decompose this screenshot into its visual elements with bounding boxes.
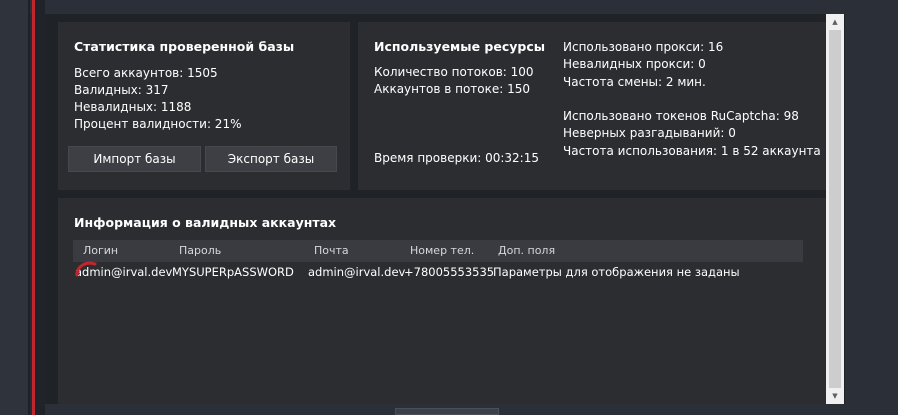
total-accounts: Всего аккаунтов: 1505 bbox=[74, 66, 218, 80]
left-sidebar-strip bbox=[0, 0, 28, 415]
stats-title: Статистика проверенной базы bbox=[74, 39, 295, 54]
cell-email: admin@irval.dev bbox=[308, 265, 406, 279]
valid-info-title: Информация о валидных аккаунтах bbox=[74, 215, 337, 230]
stats-panel: Статистика проверенной базы Всего аккаун… bbox=[58, 22, 350, 190]
captcha-tokens-used: Использовано токенов RuCaptcha: 98 bbox=[563, 109, 799, 123]
invalid-accounts: Невалидных: 1188 bbox=[74, 100, 192, 114]
validity-percent: Процент валидности: 21% bbox=[74, 117, 242, 131]
proxy-change-rate: Частота смены: 2 мин. bbox=[563, 75, 706, 89]
valid-accounts: Валидных: 317 bbox=[74, 83, 169, 97]
bottom-bar bbox=[45, 404, 898, 415]
left-gap bbox=[35, 0, 45, 415]
table-row[interactable]: admin@irval.dev MYSUPERpASSWORD admin@ir… bbox=[73, 264, 803, 282]
left-divider bbox=[28, 0, 30, 415]
scroll-down-icon[interactable]: ▼ bbox=[826, 388, 844, 404]
cell-phone: +78005553535 bbox=[404, 265, 495, 279]
bottom-handle[interactable] bbox=[395, 408, 499, 415]
threads-count: Количество потоков: 100 bbox=[374, 65, 534, 79]
captcha-usage-rate: Частота использования: 1 в 52 аккаунта bbox=[563, 144, 821, 158]
column-extra[interactable]: Доп. поля bbox=[498, 244, 555, 257]
resources-title: Используемые ресурсы bbox=[374, 39, 546, 54]
top-bar bbox=[0, 0, 898, 14]
resources-panel: Используемые ресурсы Количество потоков:… bbox=[358, 22, 826, 190]
accounts-per-thread: Аккаунтов в потоке: 150 bbox=[374, 82, 531, 96]
scroll-up-icon[interactable]: ▲ bbox=[826, 14, 844, 30]
vertical-scrollbar[interactable]: ▲ ▼ bbox=[826, 14, 844, 404]
valid-accounts-panel: Информация о валидных аккаунтах Логин Па… bbox=[58, 198, 826, 409]
import-button[interactable]: Импорт базы bbox=[68, 146, 201, 172]
scroll-thumb[interactable] bbox=[829, 30, 841, 388]
proxies-used: Использовано прокси: 16 bbox=[563, 40, 724, 54]
check-time: Время проверки: 00:32:15 bbox=[374, 151, 539, 165]
cell-extra: Параметры для отображения не заданы bbox=[493, 265, 740, 279]
cell-password: MYSUPERpASSWORD bbox=[172, 265, 294, 279]
column-password[interactable]: Пароль bbox=[179, 244, 221, 257]
red-annotation-mark bbox=[75, 261, 97, 277]
export-button[interactable]: Экспорт базы bbox=[205, 146, 337, 172]
wrong-solves: Неверных разгадываний: 0 bbox=[563, 126, 736, 140]
table-header: Логин Пароль Почта Номер тел. Доп. поля bbox=[73, 240, 803, 262]
right-strip bbox=[845, 14, 898, 404]
column-email[interactable]: Почта bbox=[314, 244, 349, 257]
column-phone[interactable]: Номер тел. bbox=[410, 244, 474, 257]
column-login[interactable]: Логин bbox=[83, 244, 118, 257]
checker-window: Статистика проверенной базы Всего аккаун… bbox=[45, 14, 845, 409]
proxies-invalid: Невалидных прокси: 0 bbox=[563, 57, 706, 71]
